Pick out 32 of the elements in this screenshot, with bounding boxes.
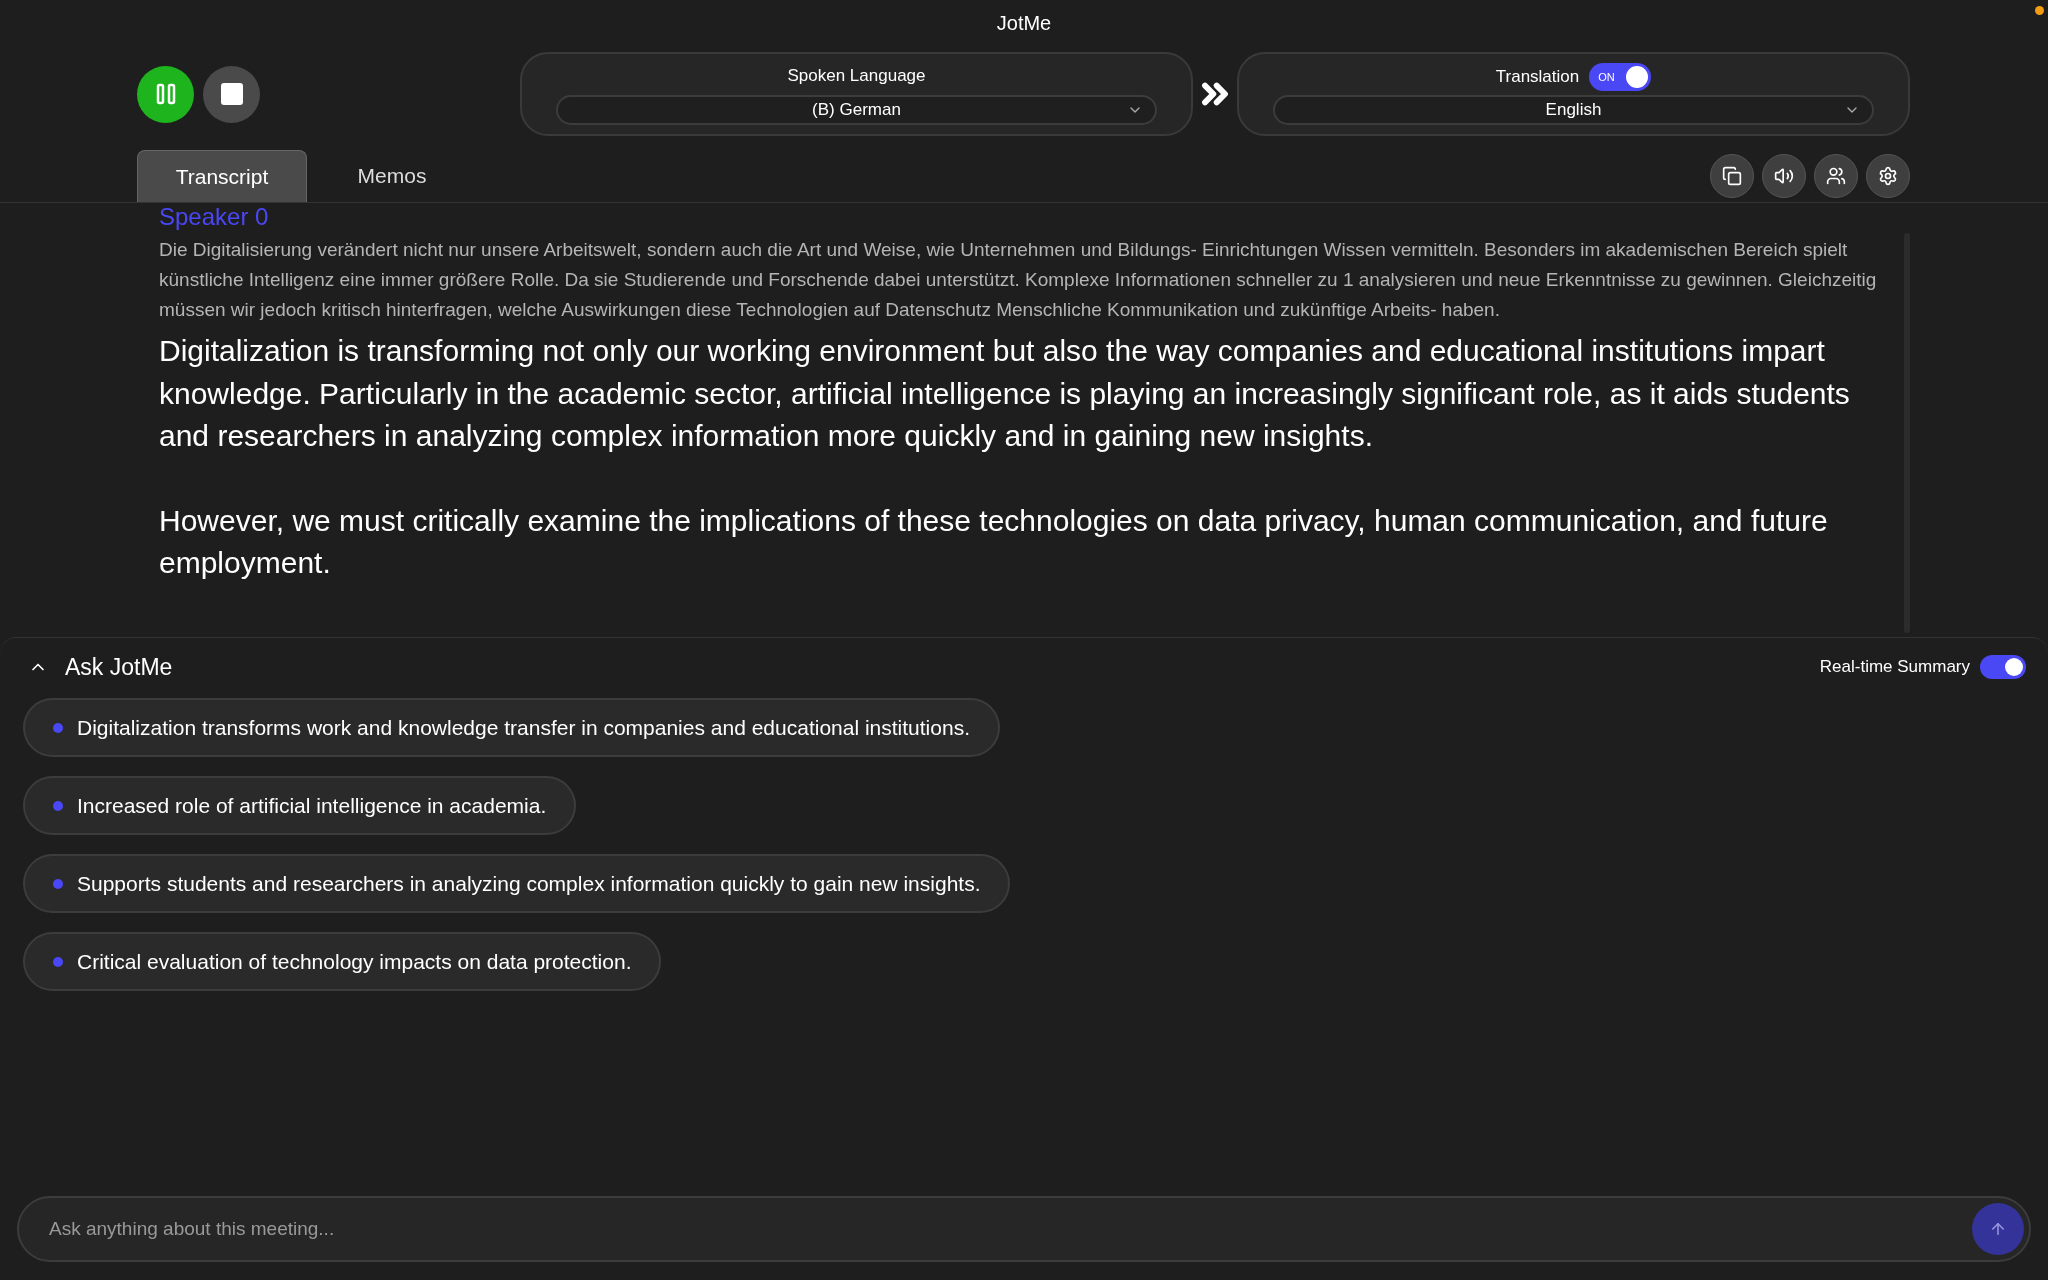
copy-button[interactable]	[1710, 154, 1754, 198]
translated-text: Digitalization is transforming not only our working environment but also the way companies and educational institutions impart knowledge. Particularly in the academic sector, artificial intelligence is playing an increasingly significant role, as it aids students and researchers in analyzing complex information more quickly and in gaining new insights.	[159, 333, 1851, 454]
toggle-switch[interactable]: ON	[1589, 63, 1652, 91]
speaker-icon	[1774, 166, 1794, 186]
original-text: Die Digitalisierung verändert nicht nur unsere Arbeitswelt, sondern auch die Art und Weise, wie Unternehmen und Bildungs- Einrichtungen Wissen vermitteln. Besonders im akademischen Bereich spielt künstliche Intelligenz eine immer größere Rolle. Da sie Studierende und Forschende dabei unterstützt. Komplexe Informationen schneller zu 1 analysieren und neue Erkenntnisse zu gewinnen. Gleichzeitig müssen wir jedoch kritisch hinterfragen, welche Auswirkungen diese Technologien auf Datenschutz Menschliche Kommunikation und zukünftige Arbeits- haben.	[159, 238, 1878, 322]
people-button[interactable]	[1814, 154, 1858, 198]
translated-text: However, we must critically examine the implications of these technologies on data privacy, human communication, and future employment.	[159, 502, 1829, 581]
language-dropdown[interactable]: English	[1273, 95, 1874, 125]
speaker-button[interactable]	[1762, 154, 1806, 198]
panel-label: Spoken Language	[786, 65, 927, 88]
summary-text: Supports students and researchers in analyzing complex information quickly to gain new insights.	[77, 870, 981, 897]
toggle-switch[interactable]	[1980, 655, 2026, 679]
summary-text: Digitalization transforms work and knowledge transfer in companies and educational institutions.	[77, 714, 970, 741]
summary-label: Real-time Summary	[1819, 656, 1970, 679]
settings-icon	[1878, 166, 1898, 186]
pause-button[interactable]	[137, 65, 194, 123]
settings-button[interactable]	[1866, 154, 1910, 198]
ask-input[interactable]: Ask anything about this meeting...	[17, 1196, 2031, 1262]
stop-button[interactable]	[203, 65, 260, 123]
summary-text: Critical evaluation of technology impacts on data protection.	[77, 948, 632, 975]
tab[interactable]: Transcript	[137, 150, 307, 202]
speaker-label: Speaker 0	[159, 203, 269, 231]
pause-icon	[155, 83, 176, 105]
copy-icon	[1722, 166, 1742, 186]
stop-icon	[220, 83, 243, 105]
people-icon	[1826, 166, 1846, 186]
section-title: Ask JotMe	[65, 652, 173, 682]
panel-label: Translation	[1495, 66, 1580, 89]
language-dropdown[interactable]: (B) German	[556, 94, 1157, 125]
window-title: JotMe	[996, 11, 1052, 36]
summary-text: Increased role of artificial intelligence in academia.	[77, 792, 547, 819]
tab[interactable]: Memos	[307, 150, 477, 202]
